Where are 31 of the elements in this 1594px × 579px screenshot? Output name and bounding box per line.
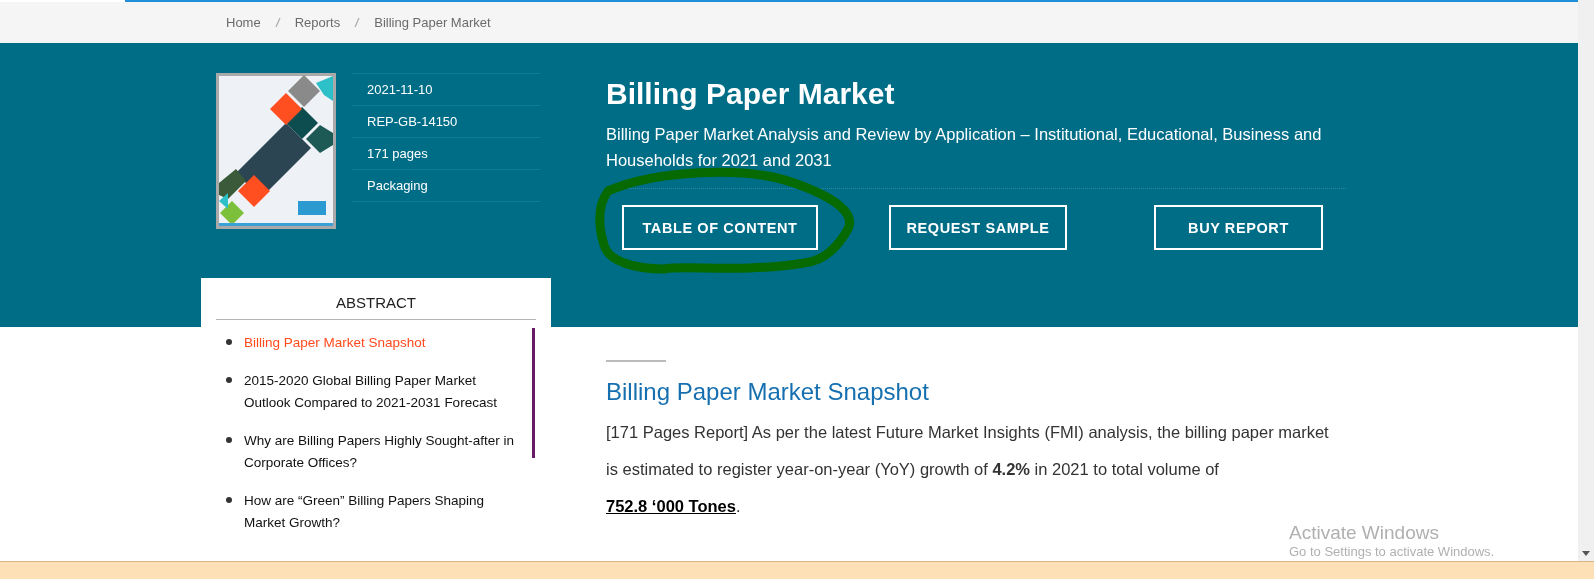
- report-subtitle: Billing Paper Market Analysis and Review by Application – Institutional, Educational, Business and Households for 2021 and 2031: [606, 121, 1346, 189]
- paragraph: [171 Pages Report] As per the latest Future Market Insights (FMI) analysis, the billing paper market is estimated to register year-on-year (YoY) growth of 4.2% in 2021 to total volume of 752.8 ‘000 Tones.: [606, 422, 1330, 517]
- activation-hint: Go to Settings to activate Windows.: [1289, 544, 1495, 559]
- action-button[interactable]: TABLE OF CONTENT: [622, 205, 818, 250]
- separator-icon: [354, 17, 361, 28]
- breadcrumb-link[interactable]: Billing Paper Market: [374, 15, 491, 30]
- bullet-icon: [226, 377, 232, 383]
- action-button[interactable]: BUY REPORT: [1154, 205, 1323, 250]
- abstract-link[interactable]: Why are Billing Papers Highly Sought-after in Corporate Offices?: [244, 430, 524, 474]
- breadcrumb-link[interactable]: Reports: [294, 15, 341, 30]
- abstract-title: ABSTRACT: [216, 278, 536, 320]
- report-meta-item: 171 pages: [352, 138, 540, 170]
- bullet-icon: [226, 497, 232, 503]
- breadcrumb-link[interactable]: Home: [226, 15, 261, 30]
- abstract-link[interactable]: Billing Paper Market Snapshot: [244, 332, 524, 354]
- report-meta-item: REP-GB-14150: [352, 106, 540, 138]
- bullet-icon: [226, 437, 232, 443]
- abstract-link[interactable]: How are “Green” Billing Papers Shaping Market Growth?: [244, 490, 524, 534]
- action-button[interactable]: REQUEST SAMPLE: [889, 205, 1067, 250]
- report-meta-item: 2021-11-10: [352, 74, 540, 106]
- page-scrollbar[interactable]: [1578, 0, 1594, 562]
- scrollbar-thumb[interactable]: [532, 328, 535, 458]
- abstract-link[interactable]: 2015-2020 Global Billing Paper Market Outlook Compared to 2021-2031 Forecast: [244, 370, 524, 414]
- caret-down-icon[interactable]: [1582, 551, 1590, 556]
- separator-icon: [274, 17, 281, 28]
- report-meta-item: Packaging: [352, 170, 540, 202]
- report-title: Billing Paper Market: [606, 77, 896, 111]
- activation-title: Activate Windows: [1289, 522, 1440, 544]
- section-heading: Billing Paper Market Snapshot: [606, 378, 930, 406]
- bullet-icon: [226, 339, 232, 345]
- volume-link[interactable]: 752.8 ‘000 Tones: [606, 497, 736, 515]
